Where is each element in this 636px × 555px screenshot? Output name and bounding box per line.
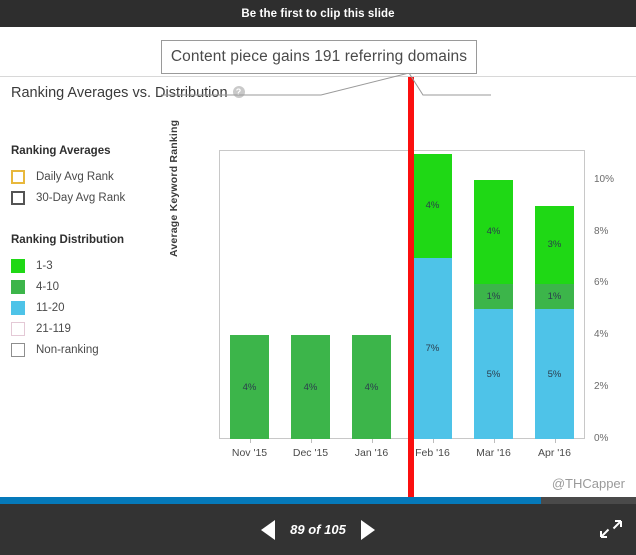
x-tick-label: Apr '16 bbox=[538, 447, 571, 459]
y-tick-label: 2% bbox=[594, 381, 609, 393]
annotation-callout: Content piece gains 191 referring domain… bbox=[161, 40, 477, 74]
bar-segment: 4% bbox=[230, 335, 269, 439]
bar-segment: 5% bbox=[535, 309, 574, 439]
bar-segment: 4% bbox=[352, 335, 391, 439]
bar-apr-16[interactable]: 3% 1% 5% bbox=[535, 205, 574, 439]
bar-segment-label: 5% bbox=[486, 368, 501, 380]
x-tick-label: Nov '15 bbox=[231, 447, 268, 459]
bar-feb-16[interactable]: 4% 7% bbox=[413, 153, 452, 439]
y-tick-label: 0% bbox=[594, 433, 609, 444]
bar-segment: 1% bbox=[474, 283, 513, 310]
bar-nov-15[interactable]: 4% bbox=[230, 335, 269, 439]
clip-slide-banner[interactable]: Be the first to clip this slide bbox=[0, 0, 636, 27]
bar-segment-label: 4% bbox=[242, 381, 257, 393]
y-tick-label: 4% bbox=[594, 329, 609, 341]
annotation-text: Content piece gains 191 referring domain… bbox=[170, 48, 468, 65]
slide-nav-controls: 89 of 105 bbox=[0, 504, 636, 555]
bar-mar-16[interactable]: 4% 1% 5% bbox=[474, 179, 513, 439]
y-tick-label: 10% bbox=[594, 173, 615, 185]
bar-segment-label: 7% bbox=[425, 342, 440, 354]
x-tick-label: Mar '16 bbox=[476, 447, 511, 459]
x-tick-mark bbox=[310, 439, 312, 443]
bar-segment: 3% bbox=[535, 205, 574, 284]
slide-progress-fill bbox=[0, 497, 541, 504]
bar-segment-label: 1% bbox=[486, 290, 501, 302]
bar-segment: 4% bbox=[474, 179, 513, 284]
bar-segment-label: 4% bbox=[425, 200, 440, 212]
bar-segment-label: 4% bbox=[303, 381, 318, 393]
bar-series-container: 4% 4% 4% 4% 7% 4% 1% 5% 3% 1% 5% bbox=[219, 150, 585, 439]
bar-dec-15[interactable]: 4% bbox=[291, 335, 330, 439]
clip-slide-label: Be the first to clip this slide bbox=[241, 7, 395, 20]
x-tick-mark bbox=[432, 439, 434, 443]
slide-counter: 89 of 105 bbox=[290, 522, 346, 537]
bar-segment: 1% bbox=[535, 283, 574, 310]
y-axis-title: Average Keyword Ranking bbox=[168, 119, 180, 257]
y-tick-label: 8% bbox=[594, 225, 609, 237]
x-tick-mark bbox=[554, 439, 556, 443]
x-tick-label: Dec '15 bbox=[292, 447, 329, 459]
x-tick-mark bbox=[249, 439, 251, 443]
y-tick-label: 6% bbox=[594, 277, 609, 289]
slideshare-slide-viewer: Be the first to clip this slide Content … bbox=[0, 0, 636, 555]
slide-navigation-bar: 89 of 105 bbox=[0, 504, 636, 555]
x-tick-label: Jan '16 bbox=[354, 447, 389, 459]
x-tick-mark bbox=[493, 439, 495, 443]
bar-segment-label: 1% bbox=[547, 290, 562, 302]
bar-segment: 4% bbox=[413, 153, 452, 258]
bar-jan-16[interactable]: 4% bbox=[352, 335, 391, 439]
slide-progress-track[interactable] bbox=[0, 497, 636, 504]
chart-card: Ranking Averages vs. Distribution? Ranki… bbox=[0, 76, 636, 497]
bar-segment: 4% bbox=[291, 335, 330, 439]
author-watermark: @THCapper bbox=[551, 476, 625, 491]
bar-segment-label: 4% bbox=[364, 381, 379, 393]
chart-area: Average Keyword Ranking 4% 4% 4% 4% 7% 4% 1% 5%… bbox=[0, 77, 636, 497]
x-tick-mark bbox=[371, 439, 373, 443]
triangle-right-icon[interactable] bbox=[361, 519, 375, 540]
bar-segment-label: 4% bbox=[486, 226, 501, 238]
bar-segment: 5% bbox=[474, 309, 513, 439]
bar-segment-label: 5% bbox=[547, 368, 562, 380]
fullscreen-expand-icon[interactable] bbox=[600, 518, 622, 540]
bar-segment-label: 3% bbox=[547, 239, 562, 251]
event-marker-line bbox=[408, 77, 414, 497]
triangle-left-icon[interactable] bbox=[261, 519, 275, 540]
slide-canvas: Content piece gains 191 referring domain… bbox=[0, 27, 636, 497]
bar-segment: 7% bbox=[413, 257, 452, 439]
